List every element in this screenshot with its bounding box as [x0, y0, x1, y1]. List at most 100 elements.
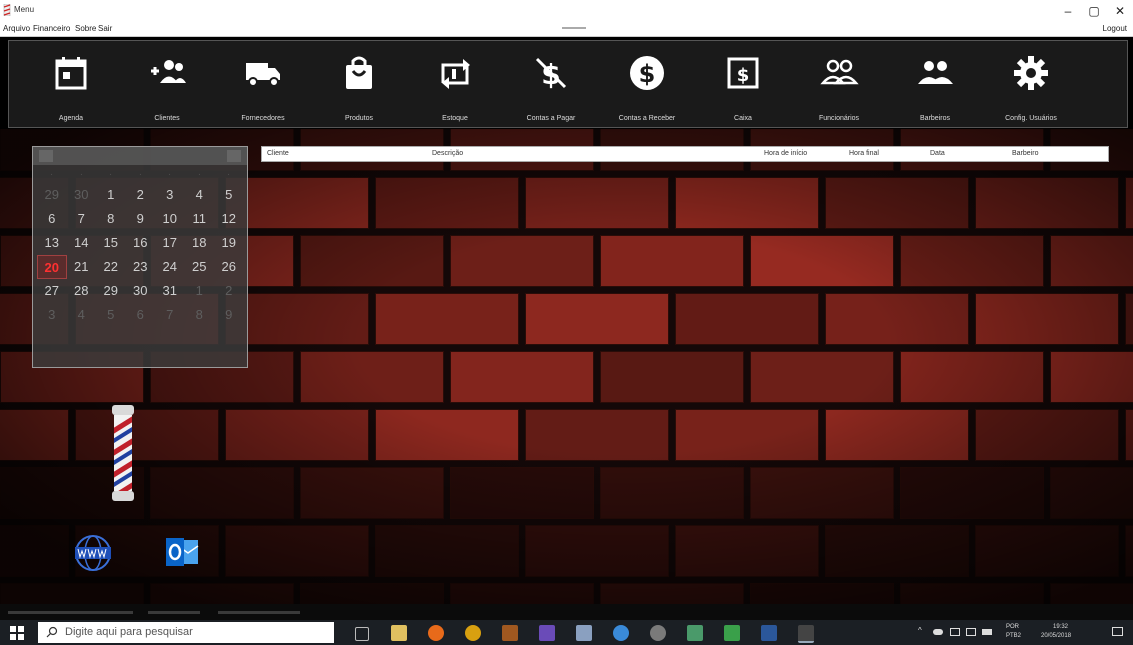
word-icon[interactable] [761, 625, 777, 641]
app-icon[interactable] [613, 625, 629, 641]
keyboard-language[interactable]: POR [1006, 624, 1019, 630]
calendar-day[interactable]: 28 [67, 279, 97, 303]
task-view-icon[interactable] [355, 627, 369, 641]
calendar-day[interactable]: 29 [96, 279, 126, 303]
column-hora-inicio[interactable]: Hora de início [764, 150, 807, 157]
menu-sair[interactable]: Sair [98, 24, 112, 33]
maximize-button[interactable]: ▢ [1081, 0, 1107, 22]
column-hora-final[interactable]: Hora final [849, 150, 879, 157]
tray-chevron-icon[interactable]: ^ [918, 626, 922, 635]
calendar-day[interactable]: 5 [96, 303, 126, 327]
calendar-day[interactable]: 26 [214, 255, 244, 279]
taskbar-search-box[interactable]: Digite aqui para pesquisar [38, 622, 334, 643]
toolbar-barbeiros-button[interactable]: Barbeiros [887, 41, 983, 127]
calendar-day[interactable]: 12 [214, 207, 244, 231]
file-explorer-icon[interactable] [391, 625, 407, 641]
outlook-icon[interactable] [164, 534, 200, 570]
calendar-day[interactable]: 2 [126, 183, 156, 207]
calendar-day[interactable]: 3 [155, 183, 185, 207]
calendar-day[interactable]: 6 [37, 207, 67, 231]
app-icon[interactable] [687, 625, 703, 641]
calendar-day[interactable]: 11 [185, 207, 215, 231]
calendar-day[interactable]: 14 [67, 231, 97, 255]
toolbar-funcionarios-button[interactable]: Funcionários [791, 41, 887, 127]
windows-start-icon[interactable] [10, 626, 24, 640]
clock-time[interactable]: 19:32 [1053, 624, 1068, 630]
toolbar-agenda-button[interactable]: Agenda [23, 41, 119, 127]
app-icon[interactable] [724, 625, 740, 641]
toolbar-caixa-button[interactable]: $ Caixa [695, 41, 791, 127]
month-calendar[interactable]: · · · · · · · 29 30 1 2 3 4 5 6 7 8 9 10 11 12 13 14 15 1… [32, 146, 248, 368]
app-icon[interactable] [502, 625, 518, 641]
calendar-day[interactable]: 10 [155, 207, 185, 231]
calendar-day[interactable]: 27 [37, 279, 67, 303]
calendar-day[interactable]: 19 [214, 231, 244, 255]
calendar-day[interactable]: 7 [155, 303, 185, 327]
cloud-icon[interactable] [933, 629, 943, 635]
network-icon[interactable] [950, 628, 960, 636]
column-cliente[interactable]: Cliente [267, 150, 289, 157]
app-icon[interactable] [576, 625, 592, 641]
calendar-next-button[interactable] [227, 150, 241, 162]
calendar-day[interactable]: 15 [96, 231, 126, 255]
visual-studio-icon[interactable] [539, 625, 555, 641]
column-data[interactable]: Data [930, 150, 945, 157]
toolbar-fornecedores-button[interactable]: Fornecedores [215, 41, 311, 127]
calendar-day[interactable]: 1 [96, 183, 126, 207]
minimize-button[interactable]: – [1055, 0, 1081, 22]
calendar-day[interactable]: 4 [185, 183, 215, 207]
battery-icon[interactable] [982, 629, 992, 635]
calendar-day[interactable]: 9 [214, 303, 244, 327]
toolbar-contas-pagar-button[interactable]: $ Contas a Pagar [503, 41, 599, 127]
calendar-day[interactable]: 30 [126, 279, 156, 303]
toolbar-funcionarios-label: Funcionários [818, 115, 860, 122]
toolbar-produtos-button[interactable]: Produtos [311, 41, 407, 127]
menu-arquivo[interactable]: Arquivo [3, 24, 30, 33]
calendar-day[interactable]: 2 [214, 279, 244, 303]
calendar-day[interactable]: 29 [37, 183, 67, 207]
toolbar-contas-receber-button[interactable]: $ Contas a Receber [599, 41, 695, 127]
toolbar-estoque-button[interactable]: Estoque [407, 41, 503, 127]
close-button[interactable]: ✕ [1107, 0, 1133, 22]
calendar-day[interactable]: 24 [155, 255, 185, 279]
app-icon[interactable] [650, 625, 666, 641]
column-descricao[interactable]: Descrição [432, 150, 463, 157]
toolbar-config-usuarios-button[interactable]: Config. Usuários [983, 41, 1079, 127]
clock-date[interactable]: 20/05/2018 [1041, 633, 1071, 639]
calendar-prev-button[interactable] [39, 150, 53, 162]
menu-sobre[interactable]: Sobre [75, 24, 96, 33]
calendar-day[interactable]: 21 [67, 255, 97, 279]
calendar-day[interactable]: 8 [96, 207, 126, 231]
calendar-day[interactable]: 1 [185, 279, 215, 303]
volume-icon[interactable] [966, 628, 976, 636]
calendar-day[interactable]: 9 [126, 207, 156, 231]
calendar-day[interactable]: 25 [185, 255, 215, 279]
calendar-day[interactable]: 13 [37, 231, 67, 255]
calendar-day[interactable]: 17 [155, 231, 185, 255]
calendar-day[interactable]: 18 [185, 231, 215, 255]
calendar-day[interactable]: 5 [214, 183, 244, 207]
chrome-icon[interactable] [465, 625, 481, 641]
toolbar-clientes-button[interactable]: Clientes [119, 41, 215, 127]
calendar-day[interactable]: 7 [67, 207, 97, 231]
calendar-day[interactable]: 31 [155, 279, 185, 303]
keyboard-layout[interactable]: PTB2 [1006, 633, 1021, 639]
web-globe-icon[interactable] [73, 533, 113, 573]
calendar-day[interactable]: 22 [96, 255, 126, 279]
column-barbeiro[interactable]: Barbeiro [1012, 150, 1038, 157]
calendar-day[interactable]: 16 [126, 231, 156, 255]
calendar-day-today[interactable]: 20 [37, 255, 67, 279]
calendar-day[interactable]: 23 [126, 255, 156, 279]
barber-app-taskbar-icon[interactable] [798, 625, 814, 643]
calendar-day[interactable]: 30 [67, 183, 97, 207]
notifications-icon[interactable] [1112, 627, 1123, 636]
calendar-day[interactable]: 3 [37, 303, 67, 327]
calendar-grid: · · · · · · · 29 30 1 2 3 4 5 6 7 8 9 10 11 12 13 14 15 1… [37, 167, 245, 327]
calendar-day[interactable]: 6 [126, 303, 156, 327]
menu-financeiro[interactable]: Financeiro [33, 24, 70, 33]
firefox-icon[interactable] [428, 625, 444, 641]
calendar-day[interactable]: 4 [67, 303, 97, 327]
weekday-mark: · [227, 172, 230, 178]
logout-link[interactable]: Logout [1103, 24, 1127, 33]
calendar-day[interactable]: 8 [185, 303, 215, 327]
